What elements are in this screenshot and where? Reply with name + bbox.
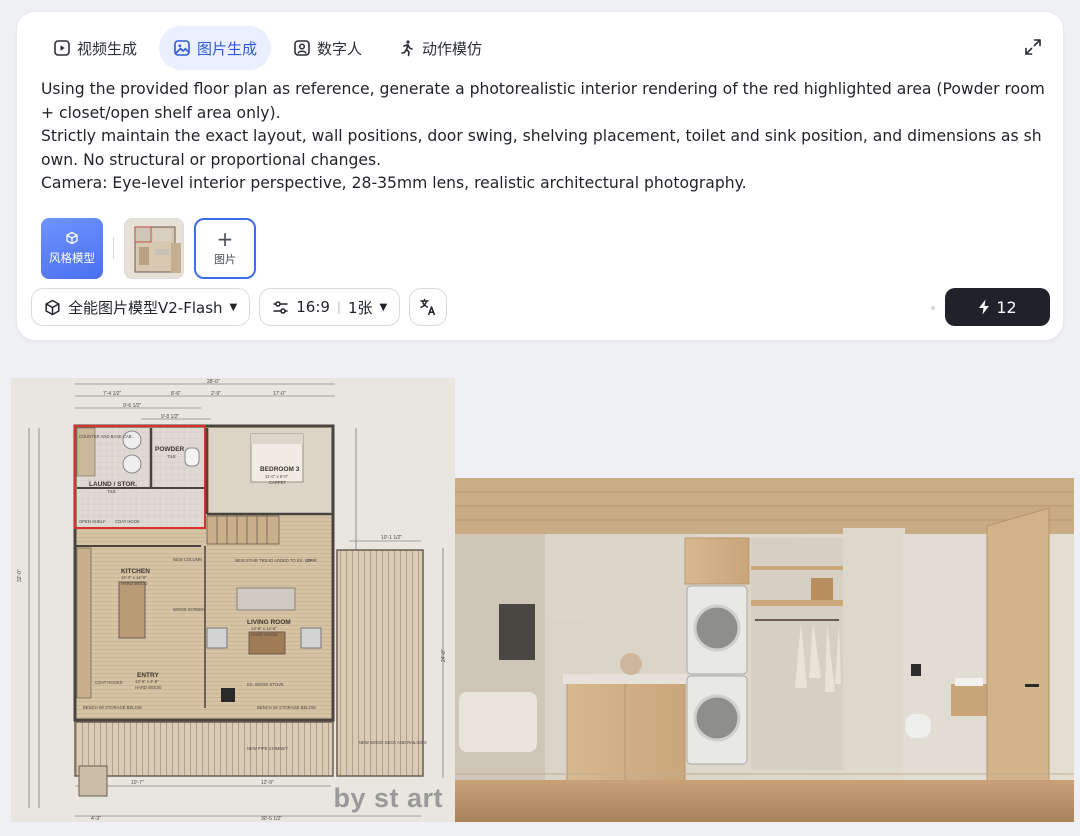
label-wood-screen: WOOD SCREEN xyxy=(173,607,205,612)
tab-label: 数字人 xyxy=(317,39,363,58)
label-bench-right: BENCH W/ STORAGE BELOW xyxy=(257,705,316,710)
dim-deck-width: 10'-1 1/2" xyxy=(381,535,402,541)
tab-digital-human[interactable]: 数字人 xyxy=(279,26,376,70)
count-label: 1张 xyxy=(347,298,373,317)
dim-left-total: 32'-0" xyxy=(17,569,23,582)
label-bedroom: BEDROOM 3 xyxy=(260,466,300,473)
floorplan-drawing: 28'-0" 7'-4 1/2" 8'-6" 2'-9" 17'-0" 9'-6… xyxy=(11,378,455,822)
prompt-textarea[interactable]: Using the provided floor plan as referen… xyxy=(41,78,1045,196)
expand-icon[interactable] xyxy=(1023,37,1043,57)
style-model-label: 风格模型 xyxy=(49,250,95,265)
label-living: LIVING ROOM xyxy=(247,619,291,626)
label-counter: COUNTER AND BASE CAB. xyxy=(79,434,133,439)
ratio-label: 16:9 xyxy=(296,298,330,316)
label-open-shelf: OPEN SHELF xyxy=(79,519,106,524)
label-bench-left: BENCH W/ STORAGE BELOW xyxy=(83,705,142,710)
status-dot xyxy=(931,306,935,310)
tab-label: 图片生成 xyxy=(197,39,258,58)
sliders-icon xyxy=(273,300,288,314)
floorplan-image: 28'-0" 7'-4 1/2" 8'-6" 2'-9" 17'-0" 9'-6… xyxy=(11,378,455,822)
interior-render-image xyxy=(455,478,1074,822)
label-laundry-tile: TILE xyxy=(107,489,116,494)
label-kitchen: KITCHEN xyxy=(121,568,150,575)
label-new-deck: NEW WOOD DECK AND RAILINGS xyxy=(359,740,427,745)
translate-button[interactable] xyxy=(409,288,448,326)
dim-right-total: 24'-8" xyxy=(441,649,447,662)
generation-toolbar: 全能图片模型V2-Flash ▼ 16:9 | 1张 ▼ xyxy=(31,288,448,326)
dim-top-e: 9'-8 1/2" xyxy=(161,414,180,420)
attachments-row: 风格模型 + 图片 xyxy=(41,217,256,279)
label-up: UP xyxy=(307,558,313,563)
ratio-count-select[interactable]: 16:9 | 1张 ▼ xyxy=(259,288,401,326)
label-kitchen-floor: HARD WOOD xyxy=(121,581,148,586)
label-bedroom-floor: CARPET xyxy=(269,480,286,485)
label-living-size: 13'-8" x 14'-8" xyxy=(251,626,277,631)
cube-icon xyxy=(66,231,78,244)
separator: | xyxy=(336,300,341,314)
dim-bottom-a: 4'-3" xyxy=(91,816,101,822)
label-new-column: NEW COLUMN xyxy=(173,557,202,562)
running-person-icon xyxy=(401,40,413,57)
dim-top-c: 17'-0" xyxy=(273,391,286,397)
model-select[interactable]: 全能图片模型V2-Flash ▼ xyxy=(31,288,251,326)
tab-video-generation[interactable]: 视频生成 xyxy=(39,26,151,70)
dim-top-total: 28'-0" xyxy=(207,379,220,385)
dim-bottom-d: 12'-9" xyxy=(261,780,274,786)
dim-top-a: 7'-4 1/2" xyxy=(103,391,122,397)
add-image-button[interactable]: + 图片 xyxy=(194,217,256,279)
tab-image-generation[interactable]: 图片生成 xyxy=(159,26,272,70)
dim-bottom-c: 10'-7" xyxy=(131,780,144,786)
add-image-label: 图片 xyxy=(214,253,236,266)
generate-count: 12 xyxy=(996,297,1017,317)
label-wood-stove: EX. WOOD STOVE xyxy=(247,682,284,687)
label-bedroom-size: 11'-0" x 8'-0" xyxy=(265,474,289,479)
style-model-button[interactable]: 风格模型 xyxy=(41,217,103,279)
label-laundry: LAUND / STOR. xyxy=(89,481,137,488)
label-new-pipe: NEW PIPE CHIMNEY xyxy=(247,746,288,751)
plus-icon: + xyxy=(216,227,234,251)
cube-icon xyxy=(45,299,60,315)
label-new-stair: NEW STAIR TREAD ADDED TO EX. STAIR xyxy=(235,558,317,563)
image-icon xyxy=(174,40,190,56)
generate-button[interactable]: 12 xyxy=(945,288,1050,326)
video-icon xyxy=(54,40,70,56)
label-powder-tile: TILE xyxy=(167,454,176,459)
chevron-down-icon: ▼ xyxy=(229,301,238,313)
label-coat-hooks: COAT HOOKS xyxy=(95,680,123,685)
label-entry-size: 13'-8" x 3'-8" xyxy=(135,679,159,684)
tab-label: 视频生成 xyxy=(77,39,138,58)
divider xyxy=(113,237,114,259)
label-powder: POWDER xyxy=(155,446,185,453)
label-coat-hook: COAT HOOK xyxy=(115,519,140,524)
prompt-panel: 视频生成 图片生成 数字人 动作模仿 Using the provided fl… xyxy=(17,12,1063,340)
person-frame-icon xyxy=(294,40,310,56)
translate-icon xyxy=(420,298,436,316)
model-label: 全能图片模型V2-Flash xyxy=(68,298,223,317)
label-entry-floor: HARD WOOD xyxy=(135,685,162,690)
dim-top-f: 9'-6 1/2" xyxy=(123,403,142,409)
dim-top-d: 2'-9" xyxy=(211,391,221,397)
reference-image-thumbnail[interactable] xyxy=(124,217,184,279)
lightning-icon xyxy=(979,299,990,315)
mode-tabs: 视频生成 图片生成 数字人 动作模仿 xyxy=(39,26,496,70)
label-entry: ENTRY xyxy=(137,672,159,679)
watermark: by st art xyxy=(333,783,443,813)
tab-motion-imitation[interactable]: 动作模仿 xyxy=(384,26,496,70)
chevron-down-icon: ▼ xyxy=(379,301,388,313)
label-kitchen-size: 10'-0" x 14'-8" xyxy=(121,575,147,580)
interior-render-drawing xyxy=(455,478,1074,822)
dim-top-b: 8'-6" xyxy=(171,391,181,397)
label-living-floor: HARD WOOD xyxy=(251,632,278,637)
floorplan-thumbnail-image xyxy=(125,218,183,278)
tab-label: 动作模仿 xyxy=(422,39,483,58)
dim-bottom-b: 30'-5 1/2" xyxy=(261,816,282,822)
